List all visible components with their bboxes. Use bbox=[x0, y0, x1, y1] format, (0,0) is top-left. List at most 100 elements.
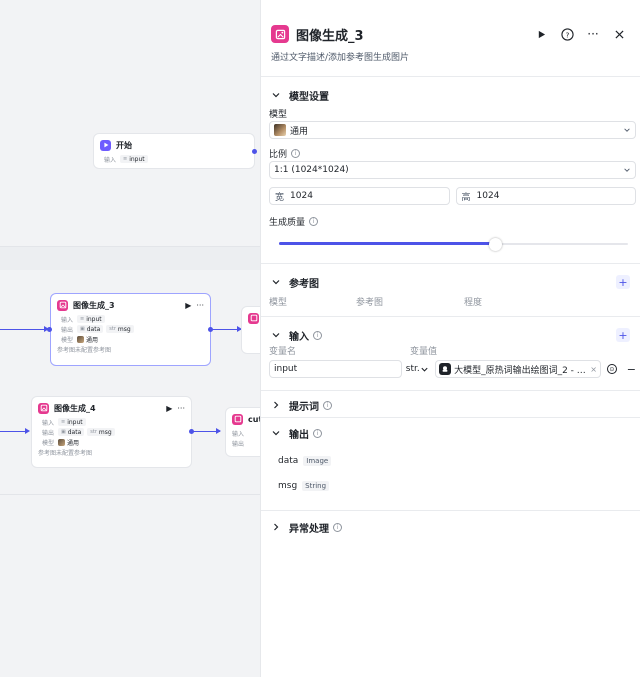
section-title: 输出 bbox=[289, 429, 309, 441]
help-icon[interactable]: ? bbox=[556, 23, 578, 45]
column-header: 模型 bbox=[269, 297, 288, 308]
error-handling-header[interactable]: 异常处理 i bbox=[261, 511, 640, 543]
section-title: 模型设置 bbox=[289, 91, 329, 103]
start-node[interactable]: 开始 输入 ≡ input bbox=[93, 133, 255, 169]
image-gen-3-node[interactable]: 图像生成_3 ▶ ··· 输入 ≡ input 输出 ▣ data str msg 模型 通用… bbox=[50, 293, 211, 366]
start-icon bbox=[100, 139, 111, 151]
model-name: 通用 bbox=[86, 336, 99, 344]
chevron-down-icon bbox=[623, 126, 631, 134]
output-type: Image bbox=[303, 455, 332, 466]
section-title: 参考图 bbox=[289, 278, 319, 290]
var-chip: ▣ data bbox=[58, 428, 85, 436]
model-label: 模型 bbox=[269, 109, 288, 120]
variable-reference[interactable]: 大模型_原热词输出绘图词_2 - ou··· × bbox=[435, 360, 601, 378]
image-gen-icon bbox=[38, 402, 49, 414]
remove-input-button[interactable]: − bbox=[627, 363, 636, 376]
info-icon[interactable]: i bbox=[313, 330, 322, 340]
edge-arrow bbox=[216, 428, 221, 434]
row-key: 输入 bbox=[42, 419, 55, 427]
variable-name-input[interactable]: input bbox=[269, 360, 402, 378]
row-key: 参考图 bbox=[57, 346, 76, 354]
row-value: 未配置参考图 bbox=[75, 346, 112, 354]
image-edit-icon bbox=[232, 413, 243, 425]
more-icon[interactable]: ··· bbox=[582, 23, 604, 45]
start-node-input-chip: ≡ input bbox=[120, 155, 148, 163]
quality-label: 生成质量 bbox=[269, 217, 306, 228]
node-title: 图像生成_4 bbox=[54, 403, 96, 413]
info-icon[interactable]: i bbox=[313, 428, 322, 438]
svg-text:?: ? bbox=[565, 30, 569, 39]
variable-type-select[interactable]: str. bbox=[406, 364, 433, 374]
chevron-down-icon bbox=[421, 367, 428, 372]
chevron-down-icon bbox=[271, 428, 281, 438]
info-icon[interactable]: i bbox=[323, 400, 332, 410]
node-input-port[interactable] bbox=[47, 327, 52, 332]
row-key: 输出 bbox=[42, 429, 55, 437]
output-row: data Image bbox=[261, 448, 640, 473]
var-chip: ≡ input bbox=[77, 315, 105, 323]
output-name: msg bbox=[278, 480, 298, 491]
run-icon[interactable]: ▶ bbox=[185, 301, 191, 310]
row-key: 输入 bbox=[61, 316, 74, 324]
ratio-select[interactable]: 1:1 (1024*1024) bbox=[269, 161, 636, 179]
model-name: 通用 bbox=[67, 439, 80, 447]
row-key: 输出 bbox=[232, 440, 245, 448]
row-key: 输入 bbox=[232, 430, 245, 438]
height-input[interactable]: 高 1024 bbox=[455, 187, 636, 205]
var-chip: ≡ input bbox=[58, 418, 86, 426]
add-reference-button[interactable]: + bbox=[616, 275, 630, 289]
height-value: 1024 bbox=[476, 191, 500, 201]
panel-title[interactable]: 图像生成_3 bbox=[296, 25, 526, 44]
clear-icon[interactable]: × bbox=[590, 365, 597, 374]
model-avatar bbox=[77, 335, 84, 343]
outputs-header[interactable]: 输出 i bbox=[261, 418, 640, 448]
more-icon[interactable]: ··· bbox=[196, 301, 204, 310]
close-icon[interactable] bbox=[608, 23, 630, 45]
reference-section: 参考图 + 模型 参考图 程度 bbox=[261, 263, 640, 316]
row-value: 未配置参考图 bbox=[56, 449, 93, 457]
height-prefix: 高 bbox=[461, 192, 471, 203]
var-chip: str msg bbox=[87, 428, 115, 436]
node-output-port[interactable] bbox=[208, 327, 213, 332]
var-chip: ▣ data bbox=[77, 325, 104, 333]
outputs-section: 输出 i data Image msg String bbox=[261, 417, 640, 510]
model-select[interactable]: 通用 bbox=[269, 121, 636, 139]
llm-node-icon bbox=[439, 363, 452, 375]
node-title: cuto bbox=[248, 414, 260, 424]
section-title: 输入 bbox=[289, 331, 309, 343]
image-gen-4-node[interactable]: 图像生成_4 ▶ ··· 输入 ≡ input 输出 ▣ data str msg 模型 通用… bbox=[31, 396, 192, 468]
model-settings-section: 模型设置 模型 通用 比例 i 1:1 (1024*1024) 宽 1024 高1… bbox=[261, 76, 640, 263]
info-icon[interactable]: i bbox=[309, 216, 319, 226]
image-gen-icon bbox=[57, 299, 68, 311]
run-icon[interactable]: ▶ bbox=[166, 404, 172, 413]
info-icon[interactable]: i bbox=[333, 522, 342, 532]
model-avatar bbox=[274, 124, 286, 136]
prompt-header[interactable]: 提示词 i bbox=[261, 393, 640, 417]
error-handling-section: 异常处理 i bbox=[261, 510, 640, 543]
info-icon[interactable]: i bbox=[291, 148, 301, 158]
width-input[interactable]: 宽 1024 bbox=[269, 187, 450, 205]
canvas-divider bbox=[0, 246, 260, 247]
run-icon[interactable] bbox=[530, 23, 552, 45]
ratio-value: 1:1 (1024*1024) bbox=[274, 165, 349, 175]
quality-slider[interactable] bbox=[279, 238, 628, 251]
chevron-down-icon bbox=[271, 330, 281, 340]
next-node-partial[interactable] bbox=[241, 306, 260, 354]
more-icon[interactable]: ··· bbox=[177, 404, 185, 413]
node-output-port[interactable] bbox=[189, 429, 194, 434]
workflow-canvas[interactable]: 开始 输入 ≡ input 图像生成_3 ▶ ··· 输入 ≡ input 输出 ▣ da… bbox=[0, 0, 260, 677]
image-gen-icon bbox=[271, 25, 289, 43]
add-input-button[interactable]: + bbox=[616, 328, 630, 342]
row-key: 模型 bbox=[42, 439, 55, 447]
start-node-input-key: 输入 bbox=[104, 156, 117, 164]
chevron-down-icon bbox=[623, 166, 631, 174]
output-type: String bbox=[302, 480, 330, 491]
input-row: input str. 大模型_原热词输出绘图词_2 - ou··· × ⊙ − bbox=[261, 358, 640, 380]
variable-picker-icon[interactable]: ⊙ bbox=[606, 364, 617, 374]
canvas-divider bbox=[0, 494, 260, 495]
chevron-down-icon bbox=[271, 90, 281, 100]
column-header: 参考图 bbox=[356, 297, 384, 308]
column-header: 变量名 bbox=[269, 346, 297, 357]
cutout-node[interactable]: cuto 输入 输出 bbox=[225, 407, 260, 457]
start-node-port[interactable] bbox=[252, 149, 257, 154]
